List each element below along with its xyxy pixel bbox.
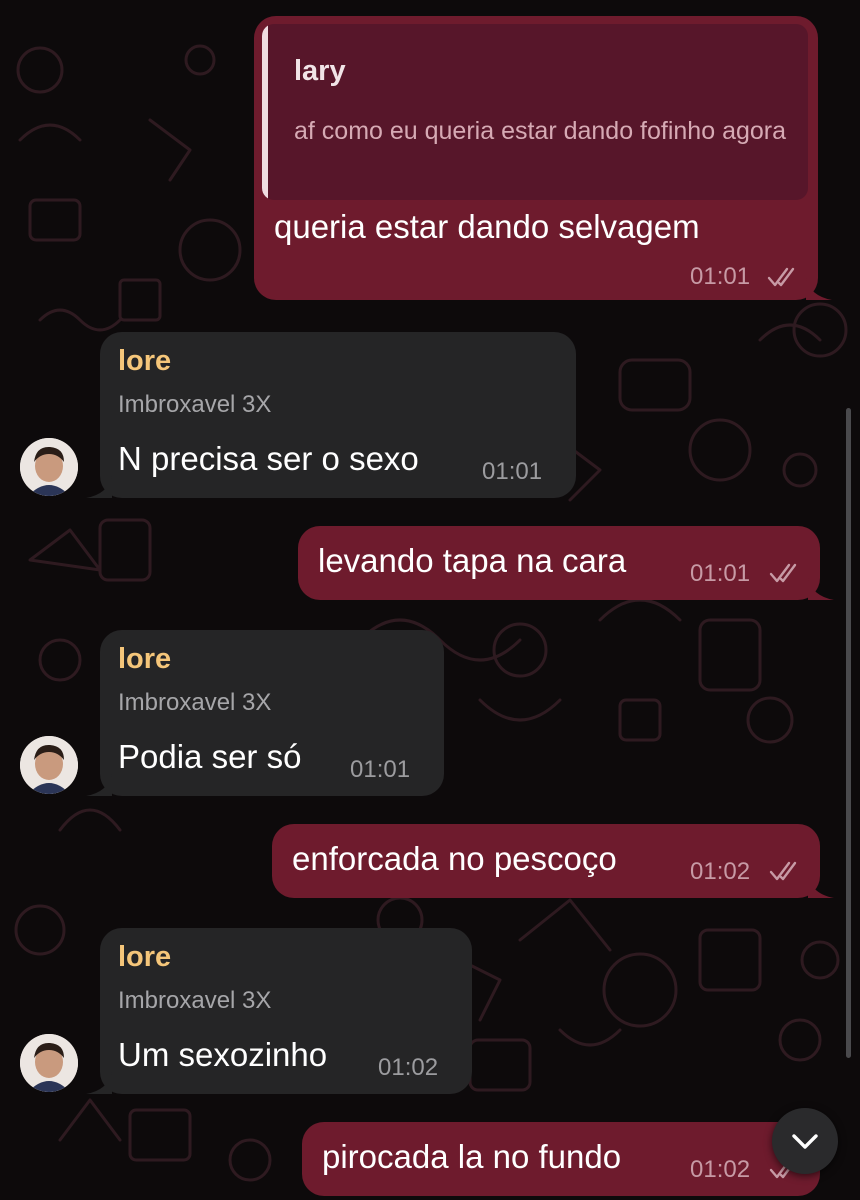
bubble-tail [808,578,834,600]
reply-quote[interactable]: lary af como eu queria estar dando fofin… [262,24,808,200]
avatar[interactable] [20,438,78,496]
avatar[interactable] [20,1034,78,1092]
message-time: 01:01 [482,458,543,485]
message-text: levando tapa na cara [318,542,627,579]
bubble-tail [808,876,834,898]
message-time: 01:01 [350,756,411,783]
outgoing-message-bubble[interactable]: lary af como eu queria estar dando fofin… [254,16,832,300]
avatar-photo [20,1034,78,1092]
read-double-check-icon [767,267,795,287]
reply-quote-bar [262,24,268,200]
read-double-check-icon [769,861,797,881]
avatar-photo [20,736,78,794]
incoming-message-bubble[interactable]: lore Imbroxavel 3X N precisa ser o sexo … [86,332,576,498]
avatar[interactable] [20,736,78,794]
sender-name[interactable]: lore [118,344,171,378]
reply-quoted-text: af como eu queria estar dando fofinho ag… [294,117,787,145]
avatar-photo [20,438,78,496]
message-time: 01:01 [690,560,751,587]
outgoing-message-bubble[interactable]: enforcada no pescoço 01:02 [272,824,834,898]
message-text: enforcada no pescoço [292,840,617,877]
sender-name[interactable]: lore [118,940,171,974]
scrollbar[interactable] [846,408,851,1058]
sender-name[interactable]: lore [118,642,171,676]
message-time: 01:01 [690,263,751,290]
chevron-down-icon [792,1134,818,1149]
message-text: queria estar dando selvagem [274,208,700,245]
outgoing-message-bubble[interactable]: pirocada la no fundo 01:02 [302,1122,820,1196]
bubble-tail [86,774,112,796]
message-text: Podia ser só [118,738,302,775]
sender-subtitle: Imbroxavel 3X [118,987,272,1014]
message-time: 01:02 [690,1156,751,1183]
message-text: N precisa ser o sexo [118,440,419,477]
reply-sender-name: lary [294,55,346,87]
bubble-tail [86,1072,112,1094]
bubble-tail [86,476,112,498]
read-double-check-icon [769,563,797,583]
incoming-message-bubble[interactable]: lore Imbroxavel 3X Um sexozinho 01:02 [86,928,472,1094]
outgoing-message-bubble[interactable]: levando tapa na cara 01:01 [298,526,834,600]
message-time: 01:02 [378,1054,439,1081]
incoming-message-bubble[interactable]: lore Imbroxavel 3X Podia ser só 01:01 [86,630,444,796]
scroll-to-bottom-button[interactable] [772,1108,838,1174]
message-text: pirocada la no fundo [322,1138,622,1175]
sender-subtitle: Imbroxavel 3X [118,391,272,418]
sender-subtitle: Imbroxavel 3X [118,689,272,716]
message-time: 01:02 [690,858,751,885]
message-text: Um sexozinho [118,1036,328,1073]
bubble-tail [806,278,832,300]
